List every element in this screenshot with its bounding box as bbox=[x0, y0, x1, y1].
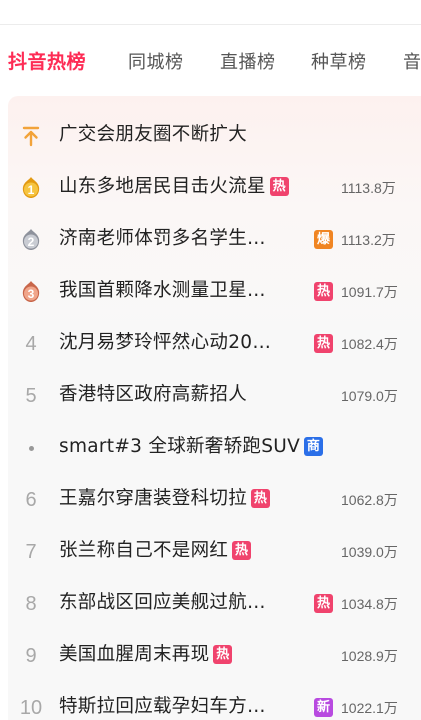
rank-number: 9 bbox=[25, 644, 37, 667]
list-item[interactable]: 10 新 特斯拉回应载孕妇车方… 1022.1万 bbox=[8, 682, 421, 720]
list-item[interactable]: 广交会朋友圈不断扩大 bbox=[8, 110, 421, 162]
bronze-medal-icon: 3 bbox=[20, 280, 42, 304]
hot-badge: 热 bbox=[251, 489, 271, 508]
tab-recommend[interactable]: 种草榜 bbox=[311, 48, 367, 74]
rank-number: 10 bbox=[19, 696, 43, 719]
hot-badge: 热 bbox=[232, 541, 252, 560]
rank-indicator: 5 bbox=[20, 384, 42, 408]
list-item[interactable]: 5 香港特区政府高薪招人 1079.0万 bbox=[8, 370, 421, 422]
rank-number: 6 bbox=[25, 488, 37, 511]
topic-title-text: 沈月易梦玲怦然心动20… bbox=[59, 332, 272, 353]
hot-list-panel: 广交会朋友圈不断扩大 1 山东多地居民目击火流星热 1113.8万 2 爆济南老师体罚多名… bbox=[8, 96, 421, 720]
list-item[interactable]: smart#3 全球新奢轿跑SUV 商 bbox=[8, 422, 421, 474]
heat-value: 1113.2万 bbox=[341, 232, 396, 248]
topic-title[interactable]: 广交会朋友圈不断扩大 bbox=[59, 122, 247, 148]
list-item[interactable]: 8 热 东部战区回应美舰过航… 1034.8万 bbox=[8, 578, 421, 630]
hot-badge: 热 bbox=[314, 594, 333, 613]
topic-title-text: 广交会朋友圈不断扩大 bbox=[59, 124, 248, 145]
heat-value: 1022.1万 bbox=[341, 700, 398, 716]
list-item[interactable]: 3 热 我国首颗降水测量卫星… 1091.7万 bbox=[8, 266, 421, 318]
list-item[interactable]: 7 张兰称自己不是网红热 1039.0万 bbox=[8, 526, 421, 578]
topic-title-text: smart#3 全球新奢轿跑SUV bbox=[59, 436, 301, 457]
heat-value: 1028.9万 bbox=[341, 648, 398, 664]
heat-value: 1039.0万 bbox=[341, 544, 398, 560]
new-badge: 新 bbox=[314, 698, 333, 717]
topic-title[interactable]: smart#3 全球新奢轿跑SUV 商 bbox=[59, 434, 324, 460]
topic-title[interactable]: 美国血腥周末再现热 bbox=[59, 642, 233, 668]
tab-douyin-hot[interactable]: 抖音热榜 bbox=[8, 47, 86, 74]
topic-title[interactable]: 沈月易梦玲怦然心动20… bbox=[59, 330, 271, 356]
tab-local[interactable]: 同城榜 bbox=[128, 48, 184, 74]
tab-live[interactable]: 直播榜 bbox=[220, 48, 276, 74]
tab-music[interactable]: 音 bbox=[403, 48, 421, 74]
topic-title-text: 张兰称自己不是网红 bbox=[59, 540, 229, 561]
rank-indicator: 9 bbox=[20, 644, 42, 668]
rank-number: 4 bbox=[25, 332, 37, 355]
heat-value: 1079.0万 bbox=[341, 388, 398, 404]
list-item[interactable]: 6 王嘉尔穿唐装登科切拉热 1062.8万 bbox=[8, 474, 421, 526]
heat-value: 1113.8万 bbox=[341, 180, 396, 196]
topic-title[interactable]: 张兰称自己不是网红热 bbox=[59, 538, 252, 564]
silver-medal-icon: 2 bbox=[20, 228, 42, 252]
pin-top-icon bbox=[20, 124, 42, 148]
topic-title[interactable]: 济南老师体罚多名学生… bbox=[59, 226, 266, 252]
rank-number: 7 bbox=[25, 540, 37, 563]
topic-title-text: 我国首颗降水测量卫星… bbox=[59, 280, 266, 301]
topic-title-text: 济南老师体罚多名学生… bbox=[59, 228, 266, 249]
topic-title[interactable]: 山东多地居民目击火流星热 bbox=[59, 174, 289, 200]
rank-indicator: 8 bbox=[20, 592, 42, 616]
boom-badge: 爆 bbox=[314, 230, 333, 249]
rank-indicator: 6 bbox=[20, 488, 42, 512]
topic-title[interactable]: 王嘉尔穿唐装登科切拉热 bbox=[59, 486, 271, 512]
rank-number: 5 bbox=[25, 384, 37, 407]
list-item[interactable]: 9 美国血腥周末再现热 1028.9万 bbox=[8, 630, 421, 682]
list-item[interactable]: 4 热 沈月易梦玲怦然心动20… 1082.4万 bbox=[8, 318, 421, 370]
topic-title[interactable]: 香港特区政府高薪招人 bbox=[59, 382, 247, 408]
list-item[interactable]: 2 爆 济南老师体罚多名学生… 1113.2万 bbox=[8, 214, 421, 266]
svg-text:1: 1 bbox=[28, 183, 35, 197]
brand-badge: 商 bbox=[304, 437, 324, 456]
list-item[interactable]: 1 山东多地居民目击火流星热 1113.8万 bbox=[8, 162, 421, 214]
topic-title[interactable]: 特斯拉回应载孕妇车方… bbox=[59, 694, 266, 720]
heat-value: 1082.4万 bbox=[341, 336, 398, 352]
topic-title-text: 东部战区回应美舰过航… bbox=[59, 592, 266, 613]
gold-medal-icon: 1 bbox=[20, 176, 42, 200]
hot-badge: 热 bbox=[314, 334, 333, 353]
topic-title-text: 王嘉尔穿唐装登科切拉 bbox=[59, 488, 248, 509]
topic-title-text: 美国血腥周末再现 bbox=[59, 644, 210, 665]
topic-title-text: 特斯拉回应载孕妇车方… bbox=[59, 696, 266, 717]
ad-dot-icon bbox=[20, 436, 42, 460]
tab-bar: 抖音热榜 同城榜 直播榜 种草榜 音 bbox=[8, 42, 421, 78]
topic-title-text: 香港特区政府高薪招人 bbox=[59, 384, 248, 405]
svg-text:3: 3 bbox=[28, 287, 35, 301]
topic-title[interactable]: 我国首颗降水测量卫星… bbox=[59, 278, 266, 304]
top-divider bbox=[0, 24, 421, 25]
topic-title[interactable]: 东部战区回应美舰过航… bbox=[59, 590, 266, 616]
rank-indicator: 10 bbox=[20, 696, 42, 720]
rank-indicator: 7 bbox=[20, 540, 42, 564]
hot-badge: 热 bbox=[213, 645, 233, 664]
svg-text:2: 2 bbox=[28, 235, 35, 249]
hot-badge: 热 bbox=[269, 177, 289, 196]
hot-badge: 热 bbox=[314, 282, 333, 301]
topic-title-text: 山东多地居民目击火流星 bbox=[59, 176, 266, 197]
rank-number: 8 bbox=[25, 592, 37, 615]
rank-indicator: 4 bbox=[20, 332, 42, 356]
heat-value: 1091.7万 bbox=[341, 284, 398, 300]
heat-value: 1062.8万 bbox=[341, 492, 398, 508]
heat-value: 1034.8万 bbox=[341, 596, 398, 612]
